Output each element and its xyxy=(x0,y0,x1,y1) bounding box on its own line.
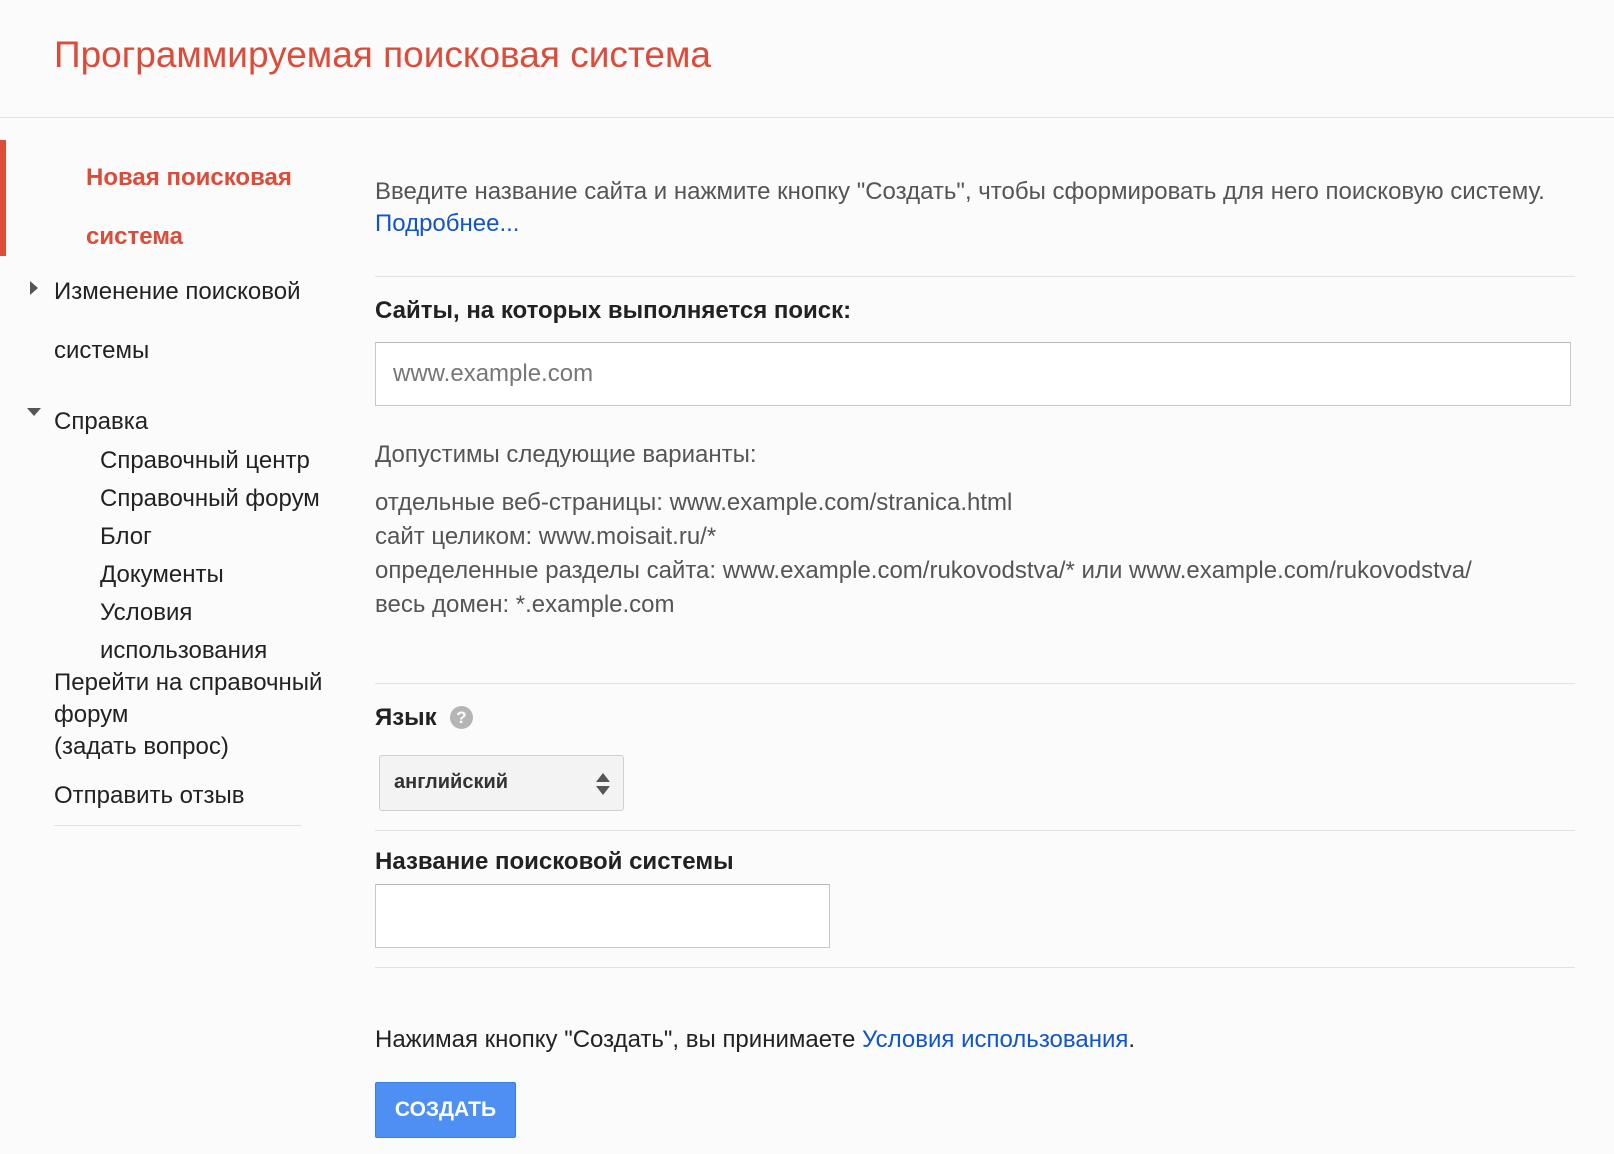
sites-label: Сайты, на которых выполняется поиск: xyxy=(375,297,852,324)
active-indicator xyxy=(0,140,6,256)
allowed-variants-title: Допустимы следующие варианты: xyxy=(375,441,757,468)
nav-new-search-engine[interactable]: Новая поисковая система xyxy=(86,148,326,266)
terms-notice: Нажимая кнопку "Создать", вы принимаете … xyxy=(375,1026,1135,1054)
allowed-variants-list: отдельные веб-страницы: www.example.com/… xyxy=(375,486,1472,622)
goto-forum-link[interactable]: Перейти на справочный форум (задать вопр… xyxy=(54,667,354,763)
expand-triangle-icon[interactable] xyxy=(30,281,38,295)
divider xyxy=(375,830,1575,831)
documents-link[interactable]: Документы xyxy=(100,556,350,594)
help-submenu: Справочный центр Справочный форум Блог Д… xyxy=(100,442,350,670)
ask-question-label: (задать вопрос) xyxy=(54,733,229,760)
goto-forum-label: Перейти на справочный форум xyxy=(54,669,323,728)
help-icon[interactable]: ? xyxy=(450,706,473,729)
sites-input[interactable] xyxy=(375,342,1571,406)
help-center-link[interactable]: Справочный центр xyxy=(100,442,350,480)
language-select-value: английский xyxy=(394,771,509,793)
allowed-variant-item: определенные разделы сайта: www.example.… xyxy=(375,557,1472,584)
engine-name-label: Название поисковой системы xyxy=(375,848,734,875)
select-updown-arrows-icon xyxy=(595,773,611,797)
allowed-variant-item: сайт целиком: www.moisait.ru/* xyxy=(375,523,717,550)
app-title: Программируемая поисковая система xyxy=(54,34,711,75)
divider xyxy=(375,967,1575,968)
collapse-triangle-icon[interactable] xyxy=(27,408,41,416)
language-select[interactable]: английский xyxy=(379,755,624,811)
terms-suffix: . xyxy=(1128,1026,1136,1053)
divider xyxy=(375,683,1575,684)
send-feedback-link[interactable]: Отправить отзыв xyxy=(54,778,245,814)
terms-of-use-link[interactable]: Условия использования xyxy=(100,594,350,670)
blog-link[interactable]: Блог xyxy=(100,518,350,556)
help-forum-link[interactable]: Справочный форум xyxy=(100,480,350,518)
allowed-variant-item: отдельные веб-страницы: www.example.com/… xyxy=(375,489,1013,516)
terms-notice-text: Нажимая кнопку "Создать", вы принимаете xyxy=(375,1026,856,1053)
sidebar: Новая поисковая система Изменение поиско… xyxy=(0,118,350,1154)
language-label: Язык xyxy=(375,704,437,731)
learn-more-link[interactable]: Подробнее... xyxy=(375,210,519,237)
header: Программируемая поисковая система xyxy=(0,0,1614,118)
allowed-variant-item: весь домен: *.example.com xyxy=(375,591,675,618)
engine-name-label-wrapper: Название поисковой системы xyxy=(375,848,734,876)
intro-text-body: Введите название сайта и нажмите кнопку … xyxy=(375,178,1545,205)
engine-name-input[interactable] xyxy=(375,884,830,948)
create-button[interactable]: СОЗДАТЬ xyxy=(375,1082,516,1138)
nav-edit-search-engine[interactable]: Изменение поисковой системы xyxy=(54,262,334,380)
terms-link[interactable]: Условия использования xyxy=(862,1026,1128,1053)
intro-text: Введите название сайта и нажмите кнопку … xyxy=(375,176,1585,240)
divider xyxy=(375,276,1575,277)
sidebar-divider xyxy=(54,825,302,826)
